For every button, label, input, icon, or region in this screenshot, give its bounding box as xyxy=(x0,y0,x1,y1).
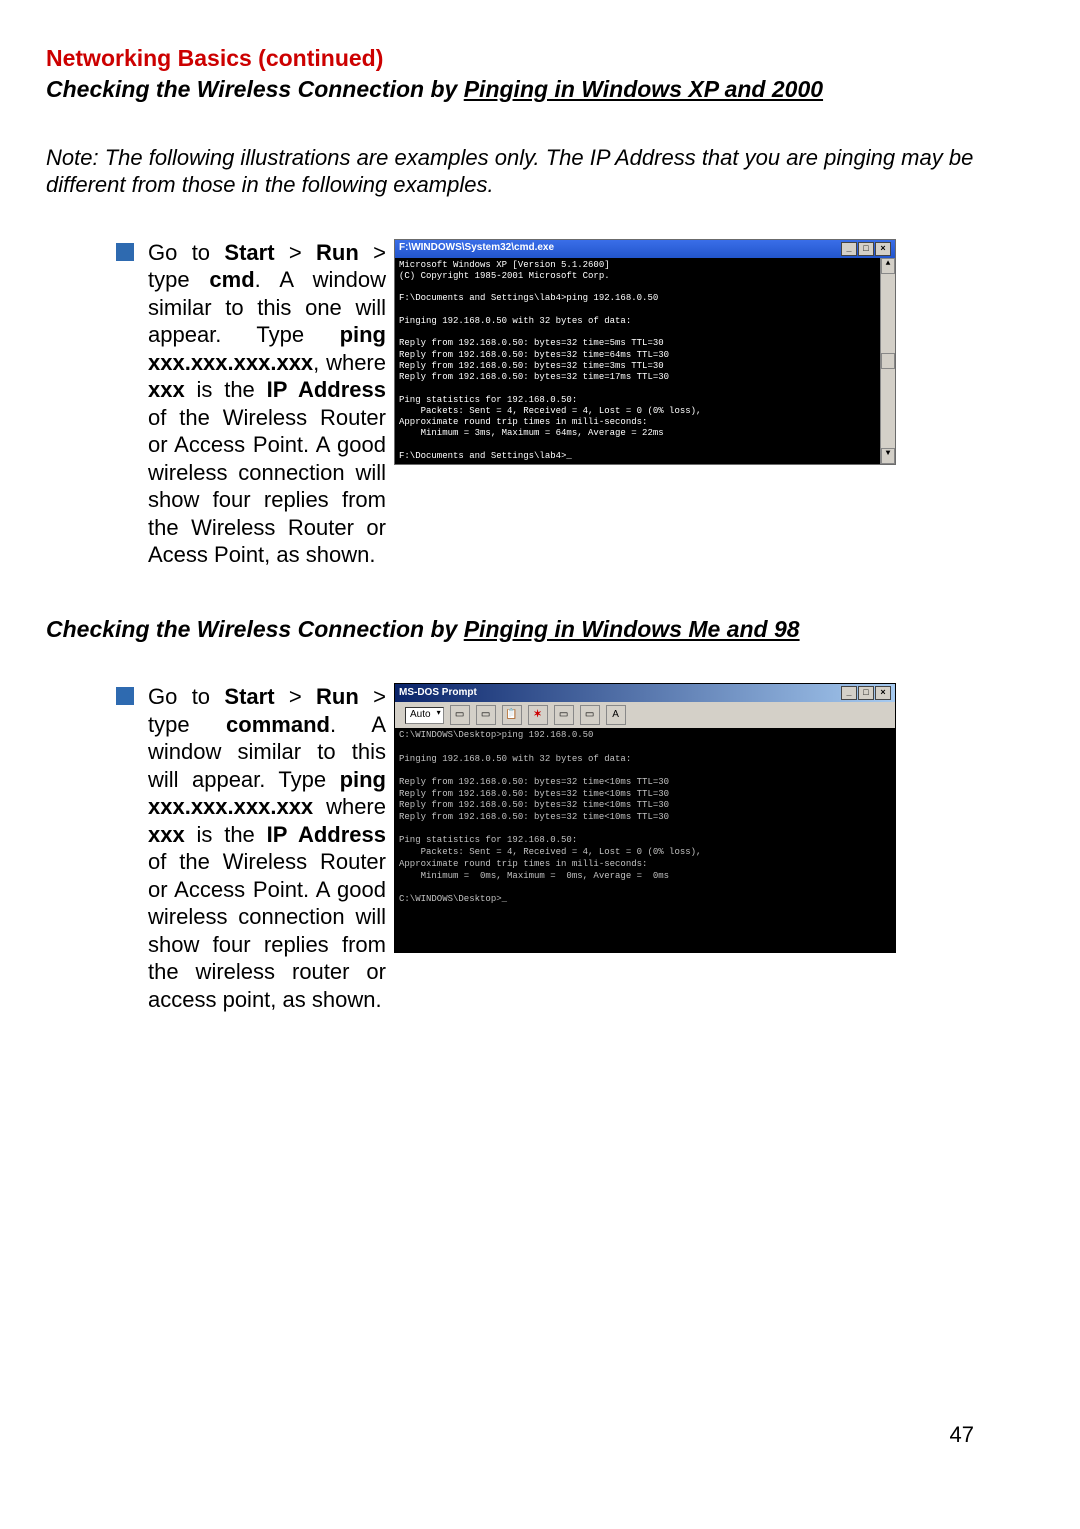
dos-title-text: MS-DOS Prompt xyxy=(399,687,477,700)
minimize-button[interactable]: _ xyxy=(841,686,857,700)
subheading-underline: Pinging in Windows XP and 2000 xyxy=(464,76,823,102)
b: xxx xyxy=(148,822,185,847)
cmd-output: Microsoft Windows XP [Version 5.1.2600] … xyxy=(395,258,880,465)
t: is the xyxy=(185,822,267,847)
t: Go to xyxy=(148,684,224,709)
b: Run xyxy=(316,240,359,265)
subheading-text: Checking the Wireless Connection by xyxy=(46,616,464,642)
bullet-icon xyxy=(116,687,134,705)
toolbar-button[interactable]: ▭ xyxy=(476,705,496,725)
bullet-icon xyxy=(116,243,134,261)
scroll-down-icon[interactable]: ▼ xyxy=(881,448,895,464)
subsection-heading-me: Checking the Wireless Connection by Ping… xyxy=(46,615,1034,644)
dos-screenshot: MS-DOS Prompt _ □ × Auto ▭ ▭ 📋 ✶ ▭ ▭ A C… xyxy=(394,683,1034,953)
toolbar-button[interactable]: ▭ xyxy=(580,705,600,725)
bullet-column: Go to Start > Run > type cmd. A window s… xyxy=(46,239,386,569)
b: xxx xyxy=(148,377,185,402)
close-button[interactable]: × xyxy=(875,242,891,256)
cmd-window: F:\WINDOWS\System32\cmd.exe _ □ × Micros… xyxy=(394,239,896,466)
subheading-text: Checking the Wireless Connection by xyxy=(46,76,464,102)
minimize-button[interactable]: _ xyxy=(841,242,857,256)
toolbar-button[interactable]: ▭ xyxy=(450,705,470,725)
t: of the Wireless Router or Access Point. … xyxy=(148,849,386,1012)
scrollbar[interactable]: ▲ ▼ xyxy=(880,258,895,465)
maximize-button[interactable]: □ xyxy=(858,686,874,700)
t: where xyxy=(313,794,386,819)
note-paragraph: Note: The following illustrations are ex… xyxy=(46,144,1034,199)
font-size-combo[interactable]: Auto xyxy=(405,707,444,724)
maximize-button[interactable]: □ xyxy=(858,242,874,256)
b: Start xyxy=(224,684,274,709)
section-heading: Networking Basics (continued) xyxy=(46,44,1034,73)
dos-toolbar: Auto ▭ ▭ 📋 ✶ ▭ ▭ A xyxy=(395,702,895,728)
b: command xyxy=(226,712,330,737)
dos-titlebar[interactable]: MS-DOS Prompt _ □ × xyxy=(395,684,895,702)
cmd-title-text: F:\WINDOWS\System32\cmd.exe xyxy=(399,242,554,255)
toolbar-button[interactable]: ▭ xyxy=(554,705,574,725)
b: cmd xyxy=(209,267,254,292)
bullet-column: Go to Start > Run > type command. A wind… xyxy=(46,683,386,1013)
b: Start xyxy=(224,240,274,265)
toolbar-button[interactable]: ✶ xyxy=(528,705,548,725)
t: of the Wireless Router or Access Point. … xyxy=(148,405,386,568)
subheading-underline: Pinging in Windows Me and 98 xyxy=(464,616,800,642)
section-xp: Go to Start > Run > type cmd. A window s… xyxy=(46,239,1034,569)
close-button[interactable]: × xyxy=(875,686,891,700)
cmd-screenshot: F:\WINDOWS\System32\cmd.exe _ □ × Micros… xyxy=(394,239,1034,466)
scroll-thumb[interactable] xyxy=(881,353,895,369)
t: is the xyxy=(185,377,267,402)
t: > xyxy=(275,684,317,709)
b: Run xyxy=(316,684,359,709)
b: IP Address xyxy=(267,822,386,847)
b: IP Address xyxy=(267,377,386,402)
bullet-text-me: Go to Start > Run > type command. A wind… xyxy=(148,683,386,1013)
cmd-titlebar[interactable]: F:\WINDOWS\System32\cmd.exe _ □ × xyxy=(395,240,895,258)
t: Go to xyxy=(148,240,224,265)
dos-window: MS-DOS Prompt _ □ × Auto ▭ ▭ 📋 ✶ ▭ ▭ A C… xyxy=(394,683,896,953)
scroll-up-icon[interactable]: ▲ xyxy=(881,258,895,274)
subsection-heading-xp: Checking the Wireless Connection by Ping… xyxy=(46,75,1034,104)
t: , where xyxy=(313,350,386,375)
section-me: Go to Start > Run > type command. A wind… xyxy=(46,683,1034,1013)
page-number: 47 xyxy=(950,1421,974,1449)
dos-output: C:\WINDOWS\Desktop>ping 192.168.0.50 Pin… xyxy=(395,728,895,952)
toolbar-font-button[interactable]: A xyxy=(606,705,626,725)
bullet-text-xp: Go to Start > Run > type cmd. A window s… xyxy=(148,239,386,569)
t: > xyxy=(275,240,317,265)
toolbar-button[interactable]: 📋 xyxy=(502,705,522,725)
